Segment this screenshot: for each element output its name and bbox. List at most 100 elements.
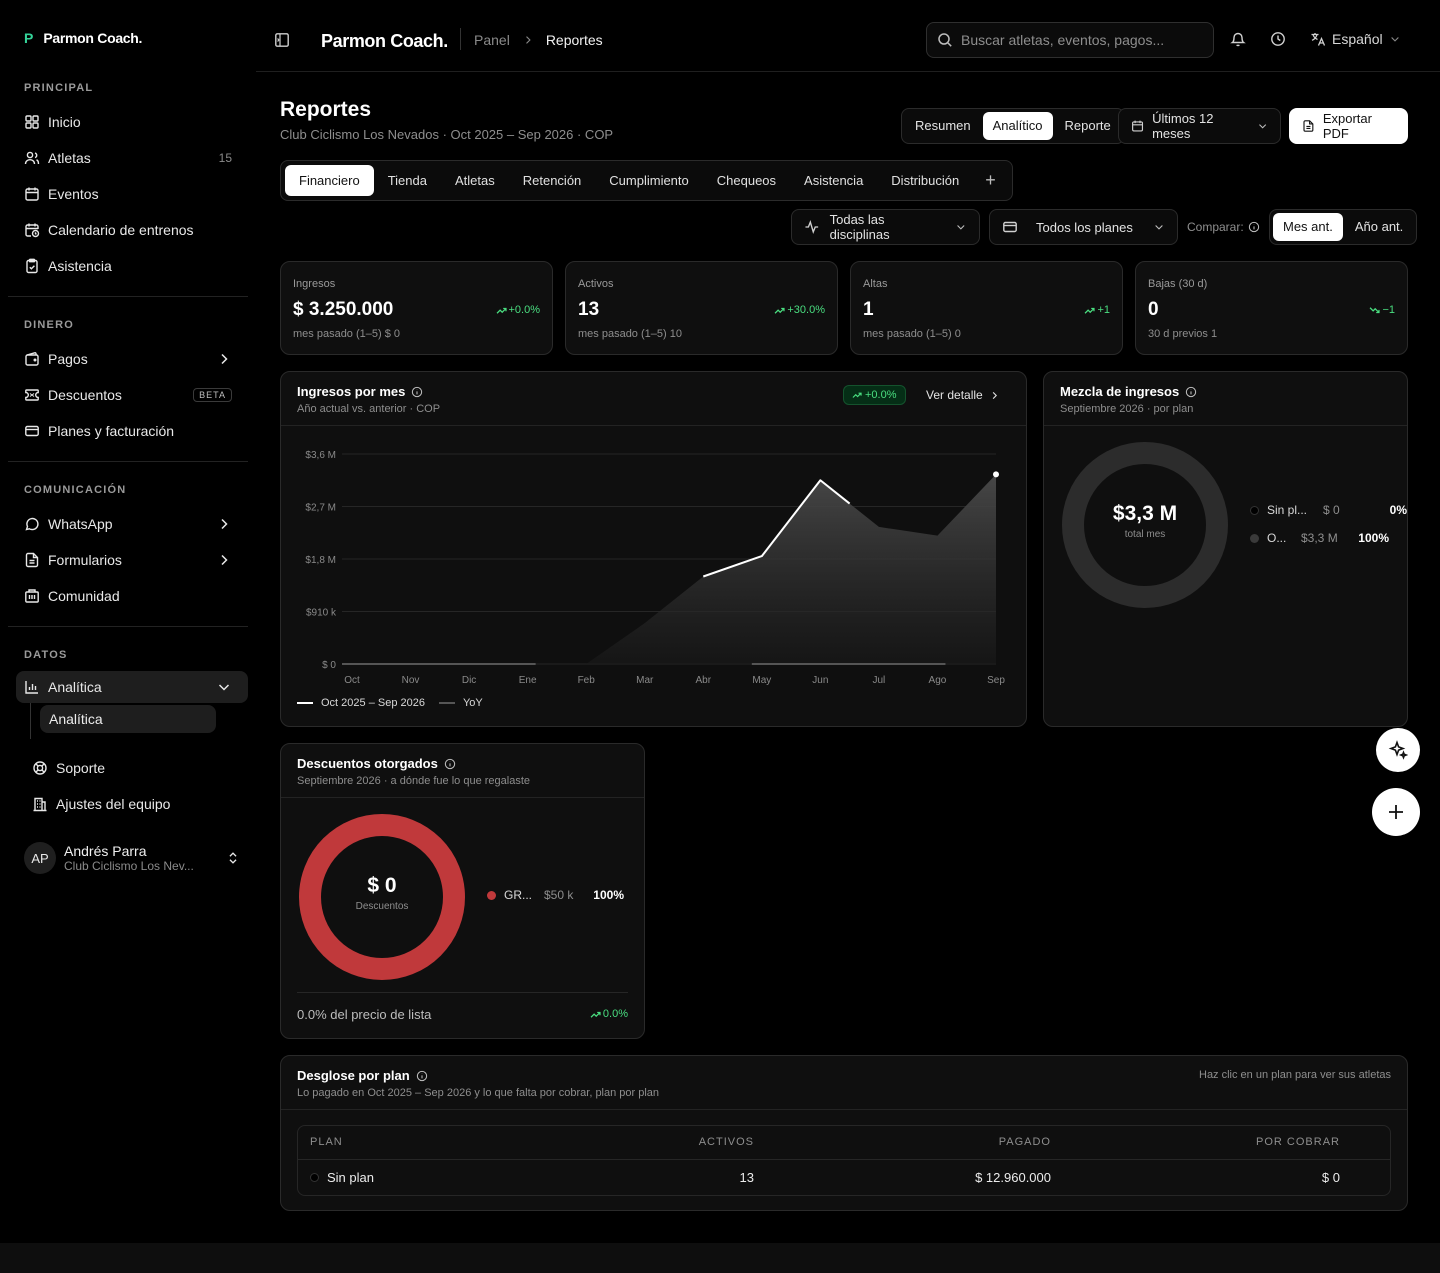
- kpi-card-activos[interactable]: Activos 13 +30.0% mes pasado (1–5) 10: [565, 261, 838, 355]
- mix-center: $3,3 M total mes: [1060, 502, 1230, 540]
- tab-financiero[interactable]: Financiero: [285, 165, 374, 196]
- discipline-filter[interactable]: Todas las disciplinas: [791, 209, 980, 245]
- user-org: Club Ciclismo Los Nev...: [64, 859, 194, 873]
- info-icon[interactable]: [411, 386, 423, 398]
- sidebar-item-whatsapp[interactable]: WhatsApp: [8, 506, 248, 542]
- kpi-card-altas[interactable]: Altas 1 +1 mes pasado (1–5) 0: [850, 261, 1123, 355]
- sidebar-item-pagos[interactable]: Pagos: [8, 341, 248, 377]
- sidebar-item-analitica[interactable]: Analítica: [16, 671, 248, 703]
- sidebar-item-label: Planes y facturación: [48, 423, 175, 439]
- nav-heading: DINERO: [24, 319, 74, 331]
- search-input[interactable]: Buscar atletas, eventos, pagos...: [926, 22, 1214, 58]
- kpi-label: Bajas (30 d): [1148, 278, 1208, 290]
- view-mode-reporte[interactable]: Reporte: [1055, 112, 1121, 140]
- sidebar-item-ajustes[interactable]: Ajustes del equipo: [16, 786, 256, 822]
- discipline-label: Todas las disciplinas: [829, 212, 890, 242]
- kpi-card-ingresos[interactable]: Ingresos $ 3.250.000 +0.0% mes pasado (1…: [280, 261, 553, 355]
- kpi-card-bajas[interactable]: Bajas (30 d) 0 −1 30 d previos 1: [1135, 261, 1408, 355]
- sidebar-brand[interactable]: P Parmon Coach.: [24, 30, 142, 46]
- clock-icon[interactable]: [1270, 31, 1286, 47]
- kpi-value: 0: [1148, 299, 1159, 320]
- sidebar-item-asistencia[interactable]: Asistencia: [8, 248, 248, 284]
- page-title: Reportes: [280, 98, 372, 121]
- view-mode-analitico[interactable]: Analítico: [982, 112, 1053, 140]
- sidebar-item-inicio[interactable]: Inicio: [8, 104, 248, 140]
- kpi-foot: mes pasado (1–5) 10: [578, 328, 682, 340]
- sidebar-item-planes[interactable]: Planes y facturación: [8, 413, 248, 449]
- sidebar-item-calendario[interactable]: Calendario de entrenos: [8, 212, 248, 248]
- tab-cumplimiento[interactable]: Cumplimiento: [595, 165, 702, 196]
- data-point-sep[interactable]: [993, 471, 999, 478]
- kpi-delta-value: +0.0%: [508, 304, 541, 316]
- language-label: Español: [1332, 31, 1383, 47]
- ai-assistant-button[interactable]: [1376, 728, 1420, 772]
- sidebar-toggle-icon[interactable]: [274, 32, 290, 48]
- column-header-activos: ACTIVOS: [698, 1136, 754, 1148]
- x-tick-label: Oct: [344, 675, 360, 686]
- info-icon[interactable]: [416, 1070, 428, 1082]
- compare-mes-ant[interactable]: Mes ant.: [1273, 213, 1343, 241]
- tab-asistencia[interactable]: Asistencia: [790, 165, 877, 196]
- plan-breakdown-card: Desglose por plan Lo pagado en Oct 2025 …: [280, 1055, 1408, 1211]
- plan-label: Todos los planes: [1036, 219, 1133, 235]
- tab-chequeos[interactable]: Chequeos: [703, 165, 790, 196]
- athletes-count: 15: [218, 151, 232, 165]
- info-icon[interactable]: [444, 758, 456, 770]
- discounts-footer: 0.0% del precio de lista: [297, 1007, 432, 1022]
- mix-row-pct: 0%: [1389, 503, 1407, 517]
- breadcrumb-panel[interactable]: Panel: [474, 32, 510, 48]
- mix-legend-row[interactable]: O... $3,3 M 100%: [1250, 531, 1389, 545]
- revenue-delta: +0.0%: [865, 389, 897, 401]
- plan-filter[interactable]: Todos los planes: [989, 209, 1178, 245]
- calendar-clock-icon: [25, 223, 40, 238]
- nav-section-comunicacion: COMUNICACIÓN WhatsApp Formularios Comuni…: [8, 480, 248, 614]
- kpi-label: Altas: [863, 278, 888, 290]
- sidebar-item-label: Eventos: [48, 186, 99, 202]
- brand-logo-icon: P: [24, 30, 34, 46]
- sidebar: P Parmon Coach. PRINCIPAL Inicio Atletas…: [0, 0, 256, 1243]
- x-tick-label: Feb: [578, 675, 596, 686]
- sidebar-item-descuentos[interactable]: Descuentos BETA: [8, 377, 248, 413]
- view-detail-link[interactable]: Ver detalle: [926, 388, 1000, 402]
- compare-ano-ant[interactable]: Año ant.: [1345, 213, 1413, 241]
- view-mode-resumen[interactable]: Resumen: [905, 112, 981, 140]
- legend-swatch-current: [297, 702, 313, 704]
- legend-dot: [487, 890, 496, 900]
- tab-atletas[interactable]: Atletas: [441, 165, 509, 196]
- y-tick-label: $3,6 M: [305, 450, 336, 461]
- tab-tienda[interactable]: Tienda: [374, 165, 441, 196]
- view-detail-label: Ver detalle: [926, 388, 983, 402]
- sidebar-item-formularios[interactable]: Formularios: [8, 542, 248, 578]
- bell-icon[interactable]: [1230, 31, 1246, 47]
- info-icon[interactable]: [1185, 386, 1197, 398]
- file-icon: [1303, 120, 1314, 132]
- card-header: Desglose por plan Lo pagado en Oct 2025 …: [281, 1056, 1407, 1110]
- export-pdf-button[interactable]: Exportar PDF: [1289, 108, 1408, 144]
- sidebar-divider: [8, 296, 248, 297]
- plan-color-dot: [310, 1173, 319, 1182]
- discounts-title: Descuentos otorgados: [297, 756, 438, 771]
- sidebar-item-eventos[interactable]: Eventos: [8, 176, 248, 212]
- mix-center-value: $3,3 M: [1112, 502, 1178, 525]
- x-tick-label: Abr: [695, 675, 711, 686]
- mix-legend-row[interactable]: Sin pl... $ 0 0%: [1250, 503, 1407, 517]
- sidebar-item-atletas[interactable]: Atletas 15: [8, 140, 248, 176]
- period-selector[interactable]: Últimos 12 meses: [1118, 108, 1281, 144]
- compare-label: Comparar:: [1187, 220, 1260, 234]
- sidebar-item-comunidad[interactable]: Comunidad: [8, 578, 248, 614]
- card-title: Ingresos por mes: [297, 384, 423, 399]
- discounts-legend-row[interactable]: GR... $50 k 100%: [487, 888, 624, 902]
- discounts-center-value: $ 0: [367, 874, 397, 897]
- add-tab-button[interactable]: +: [973, 165, 1008, 196]
- sidebar-item-soporte[interactable]: Soporte: [16, 750, 256, 786]
- users-icon: [24, 151, 40, 165]
- tab-retencion[interactable]: Retención: [509, 165, 596, 196]
- user-menu[interactable]: AP Andrés Parra Club Ciclismo Los Nev...: [24, 842, 240, 874]
- tab-distribucion[interactable]: Distribución: [877, 165, 973, 196]
- sidebar-subitem-analitica[interactable]: Analítica: [40, 705, 216, 733]
- card-title: Desglose por plan: [297, 1068, 428, 1083]
- add-button[interactable]: [1372, 788, 1420, 836]
- info-icon[interactable]: [1248, 221, 1260, 233]
- language-selector[interactable]: Español: [1310, 31, 1401, 47]
- topbar-brand[interactable]: Parmon Coach.: [321, 31, 448, 52]
